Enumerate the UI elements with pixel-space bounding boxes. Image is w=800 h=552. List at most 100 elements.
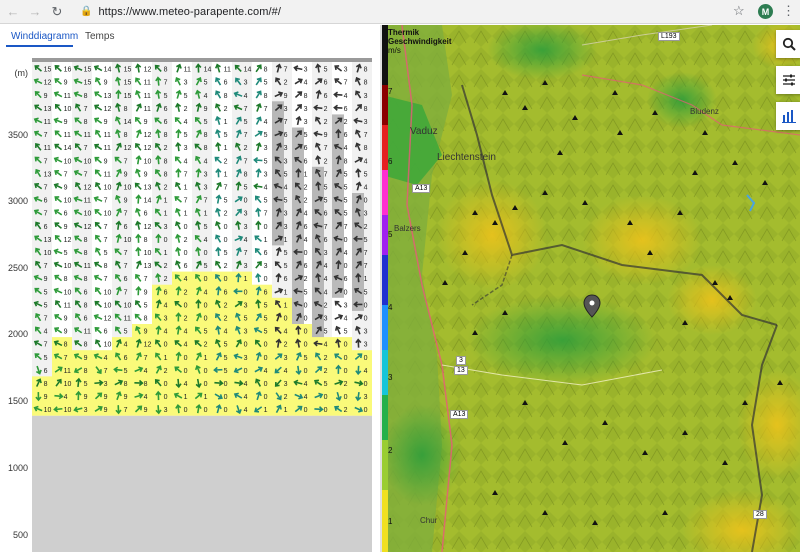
wind-speed: 16 xyxy=(64,67,72,74)
map-canvas[interactable] xyxy=(382,25,800,552)
wind-speed: 6 xyxy=(344,132,348,139)
wind-speed: 8 xyxy=(144,381,148,388)
wind-speed: 11 xyxy=(184,67,191,74)
back-icon[interactable]: ← xyxy=(4,3,22,21)
wind-speed: 1 xyxy=(284,289,288,296)
wind-speed: 9 xyxy=(324,132,328,139)
wind-speed: 13 xyxy=(44,237,52,244)
browser-menu-icon[interactable]: ⋮ xyxy=(782,3,795,19)
wind-speed: 11 xyxy=(84,132,91,139)
tab-temps[interactable]: Temps xyxy=(85,31,114,42)
wind-speed: 6 xyxy=(304,145,308,152)
wind-speed: 4 xyxy=(204,158,208,165)
wind-speed: 12 xyxy=(64,237,72,244)
wind-speed: 4 xyxy=(344,145,348,152)
wind-speed: 5 xyxy=(284,250,288,257)
wind-speed: 5 xyxy=(124,368,128,375)
wind-speed: 4 xyxy=(284,329,288,336)
wind-speed: 14 xyxy=(204,67,212,74)
wind-speed: 7 xyxy=(84,145,88,152)
tab-winddiagramm[interactable]: Winddiagramm xyxy=(11,31,78,42)
wind-speed: 0 xyxy=(304,329,308,336)
wind-speed: 13 xyxy=(44,106,52,113)
wind-speed: 8 xyxy=(84,250,88,257)
wind-speed: 8 xyxy=(364,106,368,113)
wind-speed: 1 xyxy=(164,211,168,218)
wind-speed: 13 xyxy=(44,171,52,178)
wind-speed: 5 xyxy=(324,381,328,388)
wind-speed: 4 xyxy=(184,119,188,126)
wind-speed: 2 xyxy=(304,184,308,191)
wind-speed: 0 xyxy=(324,407,328,414)
map-search-button[interactable] xyxy=(776,30,800,58)
wind-speed: 7 xyxy=(244,106,248,113)
scale-label: 5 xyxy=(388,230,393,239)
wind-speed: 5 xyxy=(224,355,228,362)
wind-speed: 10 xyxy=(144,158,152,165)
wind-speed: 0 xyxy=(304,407,308,414)
bookmark-star-icon[interactable]: ☆ xyxy=(733,3,745,19)
wind-speed: 2 xyxy=(164,184,168,191)
wind-speed: 3 xyxy=(344,67,348,74)
wind-speed: 1 xyxy=(204,211,208,218)
wind-speed: 5 xyxy=(264,329,268,336)
wind-speed: 9 xyxy=(144,119,148,126)
wind-speed: 8 xyxy=(164,67,168,74)
wind-speed: 0 xyxy=(164,381,168,388)
wind-speed: 5 xyxy=(324,198,328,205)
forward-icon[interactable]: → xyxy=(26,3,44,21)
wind-speed: 5 xyxy=(364,171,368,178)
wind-speed: 2 xyxy=(164,145,168,152)
wind-speed: 12 xyxy=(144,132,152,139)
wind-speed: 1 xyxy=(284,407,288,414)
wind-speed: 6 xyxy=(324,93,328,100)
wind-speed: 5 xyxy=(284,263,288,270)
map-chart-button[interactable] xyxy=(776,102,800,130)
profile-avatar[interactable]: M xyxy=(758,4,773,19)
wind-speed: 0 xyxy=(344,342,348,349)
wind-speed: 5 xyxy=(204,80,208,87)
wind-speed: 3 xyxy=(284,355,288,362)
road-badge: 3 xyxy=(456,356,466,365)
wind-speed: 7 xyxy=(124,263,128,270)
wind-speed: 8 xyxy=(204,145,208,152)
wind-speed: 5 xyxy=(344,184,348,191)
wind-speed: 9 xyxy=(124,198,128,205)
wind-speed: 2 xyxy=(344,381,348,388)
wind-speed: 11 xyxy=(84,263,91,270)
wind-speed: 9 xyxy=(64,80,68,87)
wind-speed: 2 xyxy=(224,106,228,113)
wind-speed: 4 xyxy=(304,381,308,388)
map-settings-button[interactable] xyxy=(776,66,800,94)
wind-speed: 0 xyxy=(264,394,268,401)
wind-speed: 1 xyxy=(284,237,288,244)
wind-speed: 10 xyxy=(64,158,72,165)
wind-speed: 10 xyxy=(64,106,72,113)
wind-speed: 0 xyxy=(224,276,228,283)
wind-speed: 1 xyxy=(224,171,228,178)
reload-icon[interactable]: ↻ xyxy=(48,3,66,21)
wind-speed: 10 xyxy=(104,342,112,349)
wind-speed: 7 xyxy=(244,250,248,257)
wind-speed: 4 xyxy=(184,381,188,388)
town-label-balzers: Balzers xyxy=(394,224,421,233)
wind-speed: 7 xyxy=(144,276,148,283)
address-bar[interactable]: https://www.meteo-parapente.com/#/ xyxy=(98,6,281,18)
wind-speed: 4 xyxy=(364,158,368,165)
wind-speed: 5 xyxy=(204,119,208,126)
wind-speed: 11 xyxy=(124,315,131,322)
wind-speed: 8 xyxy=(364,80,368,87)
wind-speed: 4 xyxy=(264,368,268,375)
wind-speed: 4 xyxy=(124,342,128,349)
wind-speed: 3 xyxy=(244,263,248,270)
wind-speed: 2 xyxy=(184,289,188,296)
wind-speed: 3 xyxy=(344,302,348,309)
wind-speed: 5 xyxy=(224,342,228,349)
thermal-map[interactable] xyxy=(382,25,800,552)
wind-speed: 0 xyxy=(164,237,168,244)
wind-speed: 5 xyxy=(244,119,248,126)
wind-speed: 7 xyxy=(184,198,188,205)
wind-speed: 6 xyxy=(104,329,108,336)
wind-speed: 6 xyxy=(44,198,48,205)
wind-speed: 4 xyxy=(264,184,268,191)
